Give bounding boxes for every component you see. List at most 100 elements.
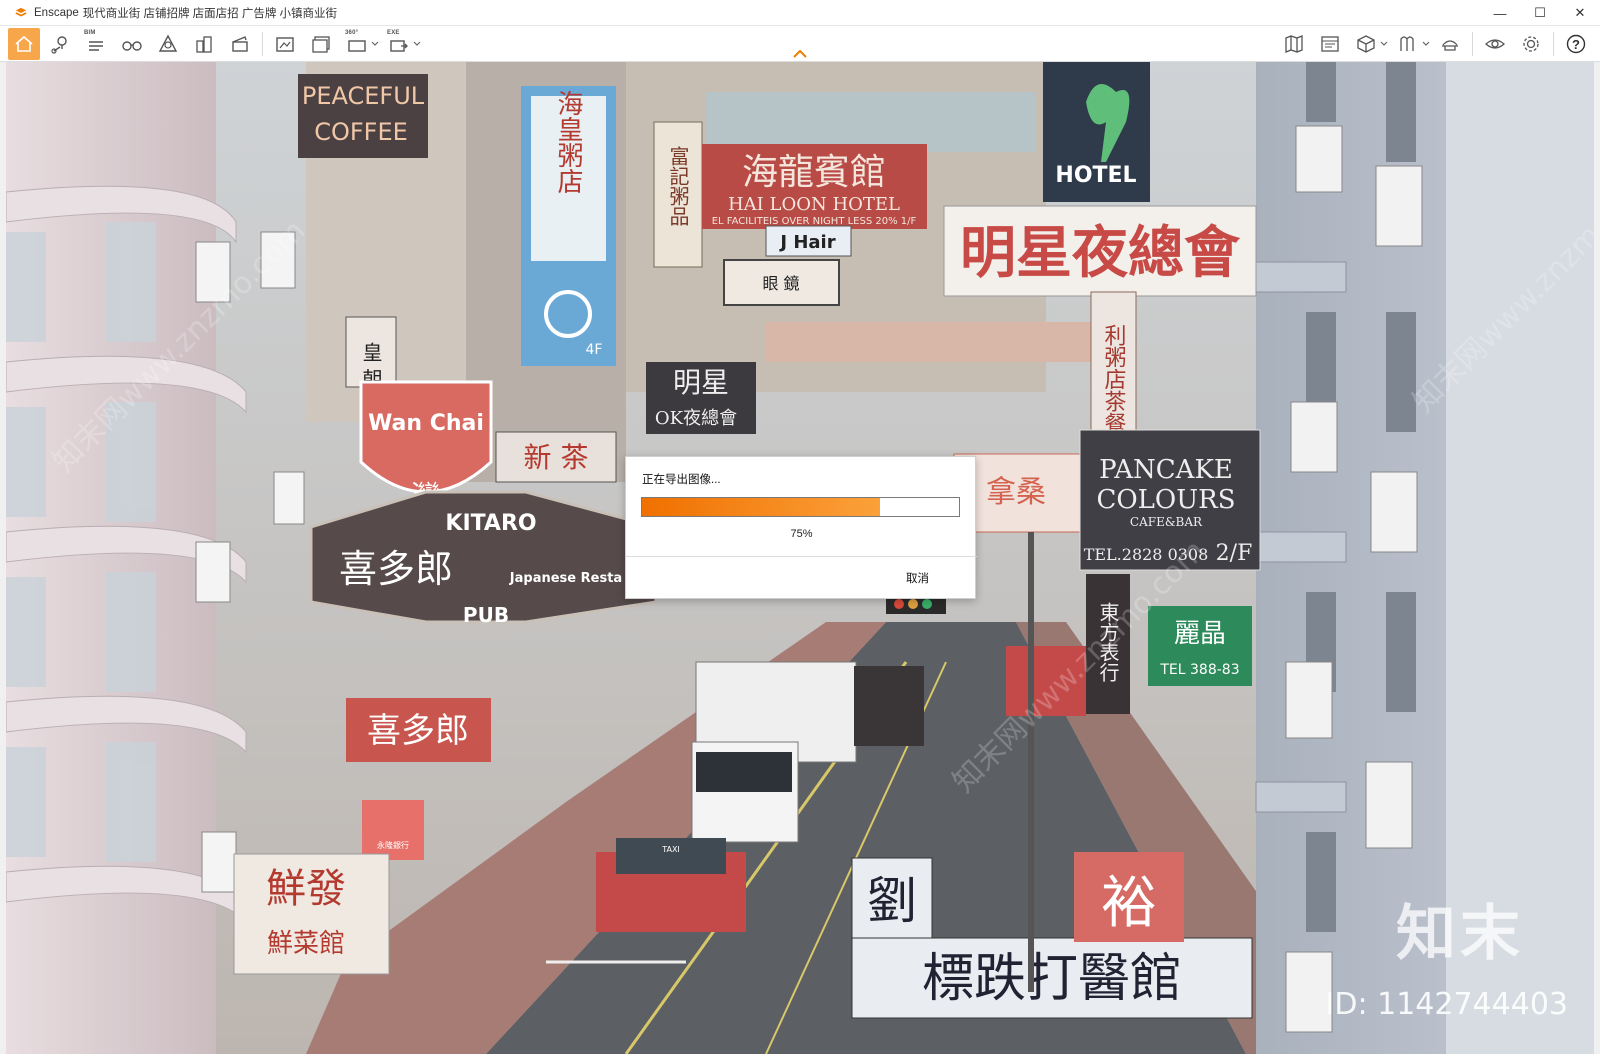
atmosphere-icon	[158, 34, 178, 52]
sign-pub: PUB	[463, 603, 509, 627]
clapperboard-icon	[232, 35, 248, 52]
sign-yanjing: 眼 鏡	[762, 274, 799, 293]
watermark-logo: 知末	[1396, 899, 1524, 969]
sign-liju-tel: TEL 388-83	[1159, 662, 1239, 678]
image-icon	[1321, 36, 1339, 52]
sign-bank: 永隆銀行	[377, 840, 409, 850]
location-button[interactable]	[44, 28, 76, 60]
location-pin-icon	[51, 35, 67, 54]
toolbar-separator	[1553, 32, 1554, 56]
sign-pancake2: COLOURS	[1096, 485, 1235, 515]
sign-haihuang: 海皇粥店	[553, 90, 583, 194]
sign-pancake1: PANCAKE	[1099, 455, 1233, 485]
dialog-title: 正在导出图像...	[642, 474, 721, 486]
sign-xianfa: 鮮發	[266, 866, 346, 912]
progress-bar	[641, 497, 960, 517]
sign-hailong-en: HAI LOON HOTEL	[728, 194, 900, 215]
chevron-up-icon	[793, 50, 807, 58]
binoculars-button[interactable]	[116, 28, 148, 60]
watermark-id: ID: 1142744403	[1325, 987, 1568, 1022]
close-icon: ✕	[1574, 5, 1586, 20]
video-editor-button[interactable]	[224, 28, 256, 60]
minimize-button[interactable]: —	[1480, 0, 1520, 26]
close-button[interactable]: ✕	[1560, 0, 1600, 26]
toolbar-separator	[1472, 32, 1473, 56]
sign-xiancai: 鮮菜館	[267, 929, 345, 959]
sign-hailong: 海龍賓館	[742, 152, 886, 193]
sign-ming: 明星	[673, 366, 729, 399]
sign-peaceful: PEACEFUL	[302, 82, 425, 110]
sign-yu: 裕	[1101, 871, 1157, 936]
view-eye-icon	[1485, 39, 1505, 49]
help-label: ?	[1572, 36, 1580, 52]
collapse-toolbar-arrow[interactable]	[790, 48, 810, 60]
sign-dieda: 標跌打醫館	[922, 949, 1182, 1009]
sign-japanese: Japanese Resta	[509, 571, 622, 586]
sign-mingxing: 明星夜總會	[960, 220, 1241, 286]
exe-badge: EXE	[387, 29, 400, 36]
sign-haihuang-floor: 4F	[586, 342, 603, 358]
cancel-button[interactable]: 取消	[906, 570, 929, 586]
sign-xincha: 新 茶	[524, 441, 589, 474]
progress-percent: 75%	[790, 528, 813, 540]
window-title: 现代商业街 店铺招牌 店面店招 广告牌 小镇商业街	[82, 7, 338, 20]
bim-button[interactable]: BIM	[80, 28, 112, 60]
panorama-button[interactable]: 360°	[341, 28, 373, 60]
taxi-label: TAXI	[661, 845, 680, 854]
view-settings-button[interactable]	[1479, 28, 1511, 60]
sign-jhair: J Hair	[778, 232, 835, 253]
buildings-icon	[196, 35, 212, 53]
screenshot-button[interactable]	[269, 28, 301, 60]
maximize-icon: ☐	[1534, 5, 1546, 20]
sign-hailong-sub: EL FACILITEIS OVER NIGHT LESS 20% 1/F	[712, 216, 917, 227]
exe-export-icon	[390, 39, 408, 52]
pano-badge: 360°	[345, 29, 359, 36]
sign-pancake-floor: 2/F	[1216, 541, 1253, 566]
map-button[interactable]	[1278, 28, 1310, 60]
sign-kitaro: KITARO	[445, 511, 536, 536]
bim-badge: BIM	[84, 29, 96, 36]
sign-lizhou: 利粥店茶餐	[1101, 324, 1127, 434]
sign-liu: 劉	[867, 872, 917, 930]
sign-wanchai: Wan Chai	[368, 411, 484, 436]
title-bar: Enscape 现代商业街 店铺招牌 店面店招 广告牌 小镇商业街 — ☐ ✕	[0, 0, 1600, 26]
minimize-icon: —	[1493, 5, 1507, 21]
sign-xiduolang2: 喜多郎	[367, 711, 469, 751]
image-button[interactable]	[1314, 28, 1346, 60]
material-icon	[1400, 36, 1414, 51]
batch-render-button[interactable]	[305, 28, 337, 60]
sign-liju: 麗晶	[1174, 619, 1226, 649]
home-icon	[15, 35, 33, 52]
app-name: Enscape	[34, 6, 79, 19]
dialog-divider	[626, 556, 977, 557]
enscape-logo-icon	[14, 6, 28, 20]
settings-gear-icon	[1523, 36, 1539, 52]
hat-icon	[1442, 40, 1458, 51]
maximize-button[interactable]: ☐	[1520, 0, 1560, 26]
sign-ok: OK夜總會	[655, 408, 737, 429]
progress-fill	[642, 498, 880, 516]
upload-button[interactable]	[1434, 28, 1466, 60]
window-bottom-edge	[0, 1054, 1600, 1060]
sign-coffee: COFFEE	[314, 118, 408, 146]
atmosphere-button[interactable]	[152, 28, 184, 60]
map-icon	[1285, 35, 1303, 53]
settings-button[interactable]	[1515, 28, 1547, 60]
buildings-button[interactable]	[188, 28, 220, 60]
asset-cube-icon	[1357, 35, 1375, 53]
panorama-360-icon	[348, 39, 366, 52]
sign-fuji: 富記粥品	[666, 146, 690, 226]
sign-nasang: 拿桑	[986, 475, 1046, 510]
binoculars-icon	[122, 40, 142, 51]
asset-library-button[interactable]	[1350, 28, 1382, 60]
sign-hotel: HOTEL	[1055, 163, 1136, 188]
material-button[interactable]	[1392, 28, 1424, 60]
toolbar-separator	[262, 31, 263, 56]
sign-xiduolang: 喜多郎	[339, 547, 453, 591]
help-button[interactable]: ?	[1560, 28, 1592, 60]
exe-export-button[interactable]: EXE	[383, 28, 415, 60]
sign-pancake3: CAFE&BAR	[1130, 515, 1203, 529]
home-button[interactable]	[8, 27, 40, 60]
export-progress-dialog: 正在导出图像... 75% 取消	[625, 456, 977, 599]
bim-icon	[89, 40, 103, 51]
